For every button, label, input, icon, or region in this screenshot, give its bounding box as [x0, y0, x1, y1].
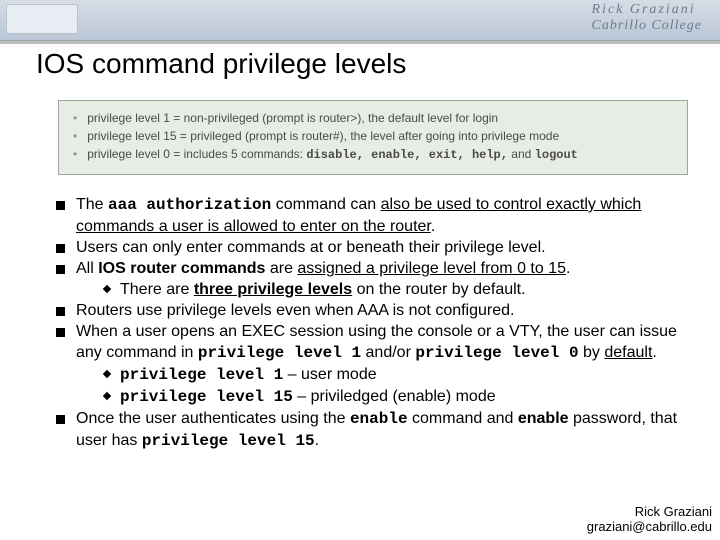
b6-code2: privilege level 15: [142, 432, 315, 450]
b3-underline: assigned a privilege level from 0 to 15: [297, 260, 566, 277]
footer-name: Rick Graziani: [587, 504, 712, 519]
panel3-pre: privilege level 0 = includes 5 commands:: [87, 147, 306, 161]
content-area: The aaa authorization command can also b…: [34, 194, 694, 452]
panel-line-1: privilege level 1 = non-privileged (prom…: [73, 109, 673, 127]
b1-post: .: [431, 218, 435, 235]
info-panel: privilege level 1 = non-privileged (prom…: [58, 100, 688, 175]
bullet-5-sub2: privilege level 15 – priviledged (enable…: [100, 386, 694, 408]
b1-code: aaa authorization: [108, 196, 271, 214]
b5-underline: default: [604, 344, 652, 361]
b5s1-text: – user mode: [283, 366, 376, 383]
panel-line-2: privilege level 15 = privileged (prompt …: [73, 127, 673, 145]
b5-code2: privilege level 0: [415, 344, 578, 362]
b3-bold: IOS router commands: [98, 260, 265, 277]
panel3-and: and: [508, 147, 535, 161]
b6-post: .: [315, 432, 319, 449]
b5-code1: privilege level 1: [198, 344, 361, 362]
b5-mid: and/or: [361, 344, 415, 361]
bullet-3: All IOS router commands are assigned a p…: [56, 258, 694, 300]
bullet-6: Once the user authenticates using the en…: [56, 408, 694, 452]
b5s2-code: privilege level 15: [120, 388, 293, 406]
slide-title: IOS command privilege levels: [36, 48, 406, 80]
b3-mid: are: [265, 260, 297, 277]
b5-end: .: [652, 344, 656, 361]
branding: Rick Graziani Cabrillo College: [592, 2, 703, 34]
footer-email: graziani@cabrillo.edu: [587, 519, 712, 534]
logo-placeholder: [6, 4, 78, 34]
b6-code1: enable: [350, 410, 408, 428]
panel-line-3: privilege level 0 = includes 5 commands:…: [73, 145, 673, 164]
bullet-2: Users can only enter commands at or bene…: [56, 237, 694, 258]
bullet-4: Routers use privilege levels even when A…: [56, 300, 694, 321]
b3-pre: All: [76, 260, 98, 277]
b3s-pre: There are: [120, 281, 194, 298]
slide: Rick Graziani Cabrillo College IOS comma…: [0, 0, 720, 540]
panel3-cmds: disable, enable, exit, help,: [306, 148, 508, 162]
b1-pre: The: [76, 196, 108, 213]
b6-mid1: command and: [408, 410, 518, 427]
header-bar: Rick Graziani Cabrillo College: [0, 0, 720, 41]
panel3-last: logout: [535, 148, 578, 162]
bullet-1: The aaa authorization command can also b…: [56, 194, 694, 237]
brand-author: Rick Graziani: [592, 2, 703, 18]
b3-post: .: [566, 260, 570, 277]
b6-bold: enable: [518, 410, 569, 427]
b5s1-code: privilege level 1: [120, 366, 283, 384]
b3s-post: on the router by default.: [352, 281, 525, 298]
bullet-5-sub1: privilege level 1 – user mode: [100, 364, 694, 386]
b3s-underline: three privilege levels: [194, 281, 352, 298]
bullet-3-sub: There are three privilege levels on the …: [100, 279, 694, 300]
bullet-5: When a user opens an EXEC session using …: [56, 321, 694, 408]
b1-mid: command can: [271, 196, 380, 213]
footer: Rick Graziani graziani@cabrillo.edu: [587, 504, 712, 534]
b5-post: by: [579, 344, 605, 361]
b5s2-text: – priviledged (enable) mode: [293, 388, 496, 405]
b6-pre: Once the user authenticates using the: [76, 410, 350, 427]
brand-org: Cabrillo College: [592, 18, 703, 34]
